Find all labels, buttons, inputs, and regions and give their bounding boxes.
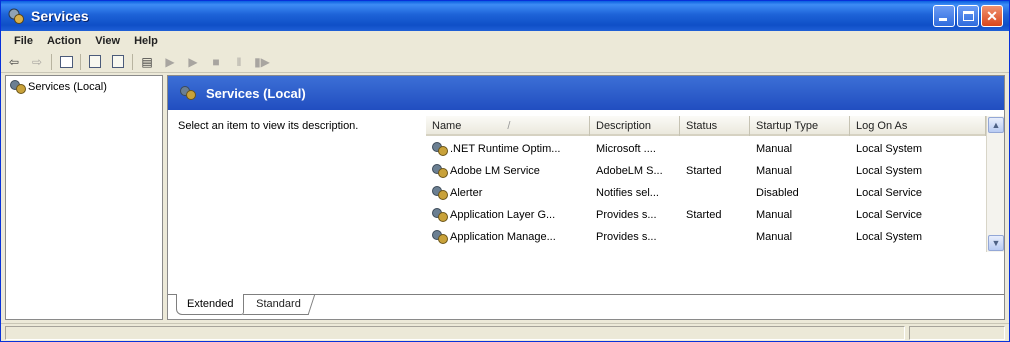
service-description: Notifies sel... [596, 187, 659, 199]
scroll-down-button[interactable]: ▼ [988, 235, 1004, 251]
menu-view[interactable]: View [88, 35, 127, 47]
service-icon [432, 186, 448, 200]
service-icon [432, 208, 448, 222]
view-tabs: Extended Standard [168, 294, 1004, 320]
minimize-button[interactable] [933, 5, 955, 27]
pause-icon[interactable]: ‖ [230, 54, 248, 70]
column-header-startup-type[interactable]: Startup Type [750, 116, 850, 136]
column-header-description[interactable]: Description [590, 116, 680, 136]
service-name: .NET Runtime Optim... [450, 142, 561, 155]
tab-standard-label: Standard [256, 298, 301, 310]
column-header-name[interactable]: Name / [426, 116, 590, 136]
service-startup-type: Manual [756, 143, 793, 155]
list-rows: .NET Runtime Optim... Microsoft .... Man… [426, 138, 986, 248]
export-list-icon[interactable] [109, 54, 127, 70]
menu-action[interactable]: Action [40, 35, 88, 47]
service-description: Provides s... [596, 209, 657, 221]
menu-file[interactable]: File [7, 35, 40, 47]
status-panel-secondary [909, 326, 1005, 340]
minimize-icon [939, 18, 947, 21]
tree-item-label: Services (Local) [28, 81, 107, 93]
console-tree-pane: Services (Local) [5, 75, 163, 320]
list-item[interactable]: Application Manage... Provides s... Manu… [426, 226, 986, 248]
menu-help[interactable]: Help [127, 35, 165, 47]
service-name: Adobe LM Service [450, 164, 540, 177]
panel-header-title: Services (Local) [206, 85, 306, 101]
column-header-status[interactable]: Status [680, 116, 750, 136]
service-icon [432, 142, 448, 156]
sort-indicator: / [507, 120, 511, 132]
service-name: Alerter [450, 186, 483, 199]
service-name: Application Manage... [450, 230, 556, 243]
tree-item-services-local[interactable]: Services (Local) [10, 80, 107, 94]
close-button[interactable]: ✕ [981, 5, 1003, 27]
forward-arrow-icon[interactable]: ⇨ [28, 54, 46, 70]
title-bar[interactable]: Services ✕ [1, 1, 1009, 31]
window-title: Services [31, 8, 89, 24]
service-icon [432, 164, 448, 178]
services-list[interactable]: Name / Description Status Startup Type Lo… [426, 116, 1004, 288]
service-logon: Local Service [856, 209, 923, 221]
status-panel-main [5, 326, 905, 340]
help-icon[interactable]: ▤ [138, 54, 156, 70]
service-status: Started [686, 165, 722, 177]
list-header: Name / Description Status Startup Type Lo… [426, 116, 1004, 136]
service-description: AdobeLM S... [596, 165, 663, 177]
service-icon [432, 230, 448, 244]
services-gear-icon [10, 80, 26, 94]
service-startup-type: Manual [756, 209, 793, 221]
toolbar-separator [80, 53, 81, 70]
play-icon[interactable]: ▶ [184, 54, 202, 70]
toolbar-separator [51, 53, 52, 70]
stop-icon[interactable]: ■ [207, 54, 225, 70]
properties-icon[interactable] [86, 54, 104, 70]
services-window: Services ✕ File Action View Help ⇦ ⇨ ▤ ▶… [0, 0, 1010, 342]
close-icon: ✕ [986, 8, 998, 24]
service-startup-type: Manual [756, 165, 793, 177]
service-description: Microsoft .... [596, 143, 656, 155]
service-logon: Local Service [856, 187, 923, 199]
service-name: Application Layer G... [450, 208, 556, 221]
list-item[interactable]: Alerter Notifies sel... Disabled Local S… [426, 182, 986, 204]
vertical-scrollbar[interactable]: ▲ ▼ [986, 116, 1004, 252]
toolbar: ⇦ ⇨ ▤ ▶ ▶ ■ ‖ ▮▶ [1, 51, 1009, 73]
restart-icon[interactable]: ▮▶ [253, 54, 271, 70]
service-logon: Local System [856, 165, 923, 177]
service-description: Provides s... [596, 231, 657, 243]
column-header-log-on-as[interactable]: Log On As [850, 116, 986, 136]
services-gear-icon [180, 86, 196, 100]
services-gear-icon [7, 7, 25, 25]
service-startup-type: Disabled [756, 187, 799, 199]
service-status: Started [686, 209, 722, 221]
back-arrow-icon[interactable]: ⇦ [5, 54, 23, 70]
service-logon: Local System [856, 143, 923, 155]
list-item[interactable]: .NET Runtime Optim... Microsoft .... Man… [426, 138, 986, 160]
service-startup-type: Manual [756, 231, 793, 243]
toolbar-separator [132, 53, 133, 70]
list-item[interactable]: Application Layer G... Provides s... Sta… [426, 204, 986, 226]
service-logon: Local System [856, 231, 923, 243]
scroll-up-button[interactable]: ▲ [988, 117, 1004, 133]
maximize-icon [963, 11, 974, 21]
tab-extended[interactable]: Extended [176, 294, 245, 315]
description-hint: Select an item to view its description. [178, 120, 359, 132]
status-bar [1, 323, 1009, 341]
tab-standard[interactable]: Standard [242, 294, 316, 315]
menu-bar: File Action View Help [1, 31, 1009, 51]
list-item[interactable]: Adobe LM Service AdobeLM S... Started Ma… [426, 160, 986, 182]
details-pane: Services (Local) Select an item to view … [167, 75, 1005, 320]
up-folder-icon[interactable] [57, 54, 75, 70]
play-icon[interactable]: ▶ [161, 54, 179, 70]
maximize-button[interactable] [957, 5, 979, 27]
panel-header: Services (Local) [168, 76, 1004, 110]
